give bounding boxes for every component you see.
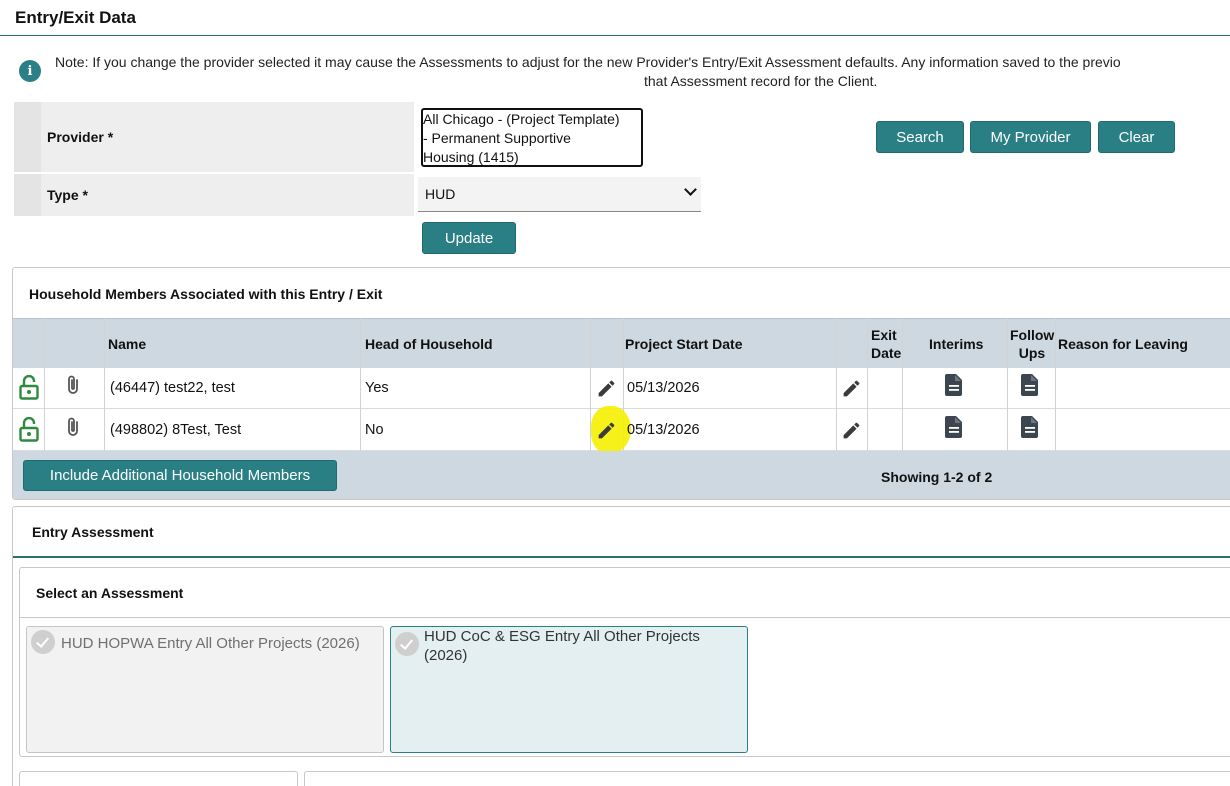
document-icon[interactable] [1021, 416, 1039, 438]
include-household-members-button[interactable]: Include Additional Household Members [23, 460, 337, 491]
col-exit-date: Exit Date [871, 326, 902, 362]
bottom-panel-left [19, 771, 298, 786]
provider-change-note: Note: If you change the provider selecte… [55, 53, 1230, 91]
column-divider [1055, 318, 1056, 451]
column-divider [1007, 318, 1008, 451]
type-select[interactable]: HUD [418, 177, 701, 212]
document-icon[interactable] [1021, 374, 1039, 396]
assessment-card-hopwa-label: HUD HOPWA Entry All Other Projects (2026… [61, 635, 360, 652]
member-name: (498802) 8Test, Test [110, 422, 242, 438]
entry-assessment-title: Entry Assessment [32, 524, 154, 540]
note-line-1: Note: If you change the provider selecte… [55, 54, 1121, 70]
pagination-status: Showing 1-2 of 2 [881, 469, 993, 485]
attachment-icon[interactable] [66, 374, 80, 396]
col-interims: Interims [929, 336, 984, 352]
check-circle-icon [31, 630, 55, 654]
column-divider [836, 318, 837, 451]
update-button[interactable]: Update [422, 222, 516, 254]
col-name: Name [108, 336, 147, 352]
provider-row-gutter [14, 102, 41, 172]
column-divider [44, 318, 45, 451]
select-assessment-title: Select an Assessment [36, 585, 184, 601]
household-panel-title: Household Members Associated with this E… [29, 286, 383, 302]
provider-value-line-1: All Chicago - (Project Template) [423, 111, 620, 127]
project-start-date-value: 05/13/2026 [627, 422, 700, 438]
edit-pencil-icon[interactable] [596, 378, 617, 399]
bottom-panel-right [304, 771, 1230, 786]
entry-assessment-divider [13, 556, 1230, 558]
search-button[interactable]: Search [876, 121, 964, 153]
column-divider [867, 318, 868, 451]
col-exit-date-line-2: Date [871, 345, 902, 361]
column-divider [902, 318, 903, 451]
select-assessment-divider [20, 617, 1230, 618]
head-of-household-value: Yes [365, 380, 389, 396]
provider-label: Provider * [41, 102, 414, 172]
edit-pencil-icon[interactable] [841, 420, 862, 441]
edit-pencil-icon[interactable] [841, 378, 862, 399]
note-line-2: that Assessment record for the Client. [644, 73, 878, 89]
type-row-gutter [14, 174, 41, 216]
col-follow-ups: Follow Ups [1010, 326, 1054, 362]
provider-value-line-3: Housing (1415) [423, 149, 519, 165]
col-follow-ups-line-1: Follow [1010, 327, 1055, 343]
type-label: Type * [41, 174, 414, 216]
provider-select[interactable]: All Chicago - (Project Template) - Perma… [421, 108, 643, 167]
column-divider [104, 318, 105, 451]
check-circle-icon [395, 632, 419, 656]
document-icon[interactable] [945, 416, 963, 438]
type-value: HUD [425, 186, 456, 202]
unlock-icon[interactable] [19, 417, 39, 442]
assessment-card-coc-esg-line-1: HUD CoC & ESG Entry All Other Projects [424, 628, 700, 645]
unlock-icon[interactable] [19, 375, 39, 400]
project-start-date-value: 05/13/2026 [627, 380, 700, 396]
col-head-of-household: Head of Household [365, 336, 493, 352]
chevron-down-icon [684, 183, 697, 196]
page-title: Entry/Exit Data [15, 8, 136, 27]
edit-pencil-icon[interactable] [596, 420, 617, 441]
assessment-card-coc-esg-label: HUD CoC & ESG Entry All Other Projects (… [424, 627, 700, 665]
title-divider [0, 35, 1230, 36]
col-follow-ups-line-2: Ups [1018, 345, 1046, 361]
column-divider [360, 318, 361, 451]
col-exit-date-line-1: Exit [871, 327, 897, 343]
col-project-start-date: Project Start Date [625, 336, 743, 352]
assessment-card-coc-esg-line-2: (2026) [424, 647, 468, 664]
clear-button[interactable]: Clear [1098, 121, 1175, 153]
member-name: (46447) test22, test [110, 380, 235, 396]
info-icon: i [19, 60, 41, 82]
provider-value-line-2: - Permanent Supportive [423, 130, 571, 146]
attachment-icon[interactable] [66, 416, 80, 438]
my-provider-button[interactable]: My Provider [970, 121, 1091, 153]
head-of-household-value: No [365, 422, 384, 438]
col-reason-for-leaving: Reason for Leaving [1058, 336, 1188, 352]
document-icon[interactable] [945, 374, 963, 396]
